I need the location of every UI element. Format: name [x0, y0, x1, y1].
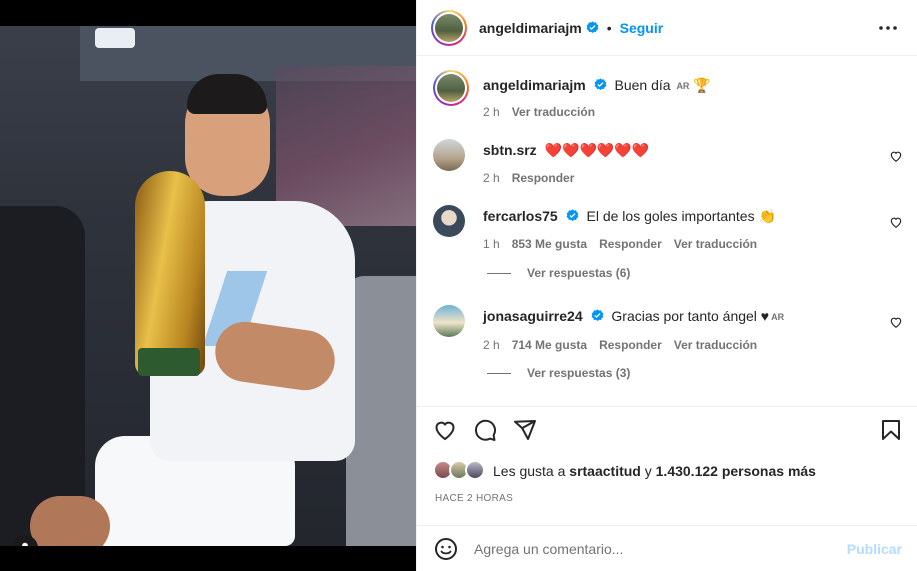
- view-replies-label: Ver respuestas (3): [527, 366, 631, 380]
- comment-row: fercarlos75 El de los goles importantes …: [433, 205, 903, 251]
- caption-emoji: 🏆: [693, 77, 711, 93]
- view-replies-button[interactable]: Ver respuestas (6): [487, 266, 630, 280]
- verified-badge-icon: [594, 78, 606, 91]
- comment-icon[interactable]: [473, 418, 497, 442]
- comment-time[interactable]: 2 h: [483, 338, 500, 352]
- caption-avatar[interactable]: [433, 70, 469, 106]
- caption-row: angeldimariajm Buen día AR 🏆 2 h Ver tra…: [433, 70, 903, 119]
- likes-prefix: Les gusta a: [493, 463, 566, 479]
- comment-reply-link[interactable]: Responder: [599, 338, 662, 352]
- comment-flag: AR: [771, 312, 785, 322]
- view-replies-label: Ver respuestas (6): [527, 266, 631, 280]
- photo-seat-right: [346, 276, 416, 546]
- comment-username[interactable]: fercarlos75: [483, 208, 558, 224]
- likes-user[interactable]: srtaactitud: [569, 463, 641, 479]
- emoji-icon[interactable]: [434, 537, 458, 561]
- liker-avatar: [465, 460, 485, 480]
- view-replies-button[interactable]: Ver respuestas (3): [487, 366, 630, 380]
- comment-avatar[interactable]: [433, 305, 465, 337]
- comment-username[interactable]: sbtn.srz: [483, 142, 537, 158]
- comment-composer: Publicar: [417, 525, 917, 571]
- comment-username[interactable]: jonasaguirre24: [483, 308, 583, 324]
- likes-count[interactable]: 1.430.122 personas más: [656, 463, 816, 479]
- comment-row: jonasaguirre24 Gracias por tanto ángel ♥…: [433, 305, 903, 352]
- comment-text: ❤️❤️❤️❤️❤️❤️: [544, 142, 650, 158]
- follow-button[interactable]: Seguir: [620, 20, 664, 36]
- replies-divider: [487, 372, 511, 374]
- likes-text: Les gusta a srtaactitud y 1.430.122 pers…: [493, 463, 816, 479]
- heart-icon[interactable]: [889, 215, 903, 229]
- photo-cabin-light: [95, 28, 135, 48]
- photo-trophy: [135, 171, 205, 376]
- comment-avatar[interactable]: [433, 205, 465, 237]
- comment-likes[interactable]: 853 Me gusta: [512, 237, 587, 251]
- publish-button[interactable]: Publicar: [847, 541, 902, 557]
- verified-badge-icon: [591, 309, 603, 322]
- caption-translate-link[interactable]: Ver traducción: [512, 105, 595, 119]
- caption-flag: AR: [676, 81, 690, 91]
- photo-seat-left: [0, 206, 85, 546]
- replies-divider: [487, 272, 511, 274]
- comment-reply-link[interactable]: Responder: [512, 171, 575, 185]
- likes-connector: y: [644, 463, 652, 479]
- caption-time[interactable]: 2 h: [483, 105, 500, 119]
- post-actions: [433, 418, 903, 446]
- author-avatar[interactable]: [431, 9, 467, 46]
- caption-text: Buen día: [614, 77, 671, 93]
- likes-summary: Les gusta a srtaactitud y 1.430.122 pers…: [433, 460, 816, 482]
- verified-badge-icon: [566, 209, 578, 222]
- post-photo[interactable]: [0, 26, 416, 546]
- more-options-icon[interactable]: [878, 18, 898, 38]
- heart-icon[interactable]: [433, 418, 457, 442]
- comment-translate-link[interactable]: Ver traducción: [674, 237, 757, 251]
- comment-reply-link[interactable]: Responder: [599, 237, 662, 251]
- photo-person-leg: [30, 496, 110, 546]
- heart-icon[interactable]: [889, 315, 903, 329]
- comment-time[interactable]: 1 h: [483, 237, 500, 251]
- likers-avatars[interactable]: [433, 460, 489, 482]
- comment-translate-link[interactable]: Ver traducción: [674, 338, 757, 352]
- comment-row: sbtn.srz ❤️❤️❤️❤️❤️❤️ 2 h Responder: [433, 139, 903, 185]
- author-username[interactable]: angeldimariajm: [479, 20, 582, 36]
- post-header: angeldimariajm • Seguir: [417, 0, 917, 56]
- comment-input[interactable]: [474, 538, 834, 559]
- heart-icon[interactable]: [889, 149, 903, 163]
- header-separator: •: [606, 19, 612, 36]
- caption-username[interactable]: angeldimariajm: [483, 77, 586, 93]
- comment-avatar[interactable]: [433, 139, 465, 171]
- comment-text: Gracias por tanto ángel ♥: [611, 308, 770, 324]
- bookmark-icon[interactable]: [879, 418, 903, 442]
- comments-list: angeldimariajm Buen día AR 🏆 2 h Ver tra…: [417, 57, 917, 407]
- comment-time[interactable]: 2 h: [483, 171, 500, 185]
- comment-text: El de los goles importantes 👏: [586, 208, 776, 224]
- post-timestamp[interactable]: HACE 2 HORAS: [435, 493, 513, 504]
- post-details-panel: angeldimariajm • Seguir angeldimariajm B…: [416, 0, 917, 571]
- photo-trophy-base: [138, 348, 200, 376]
- comment-likes[interactable]: 714 Me gusta: [512, 338, 587, 352]
- share-icon[interactable]: [513, 418, 537, 442]
- verified-badge-icon: [586, 21, 599, 34]
